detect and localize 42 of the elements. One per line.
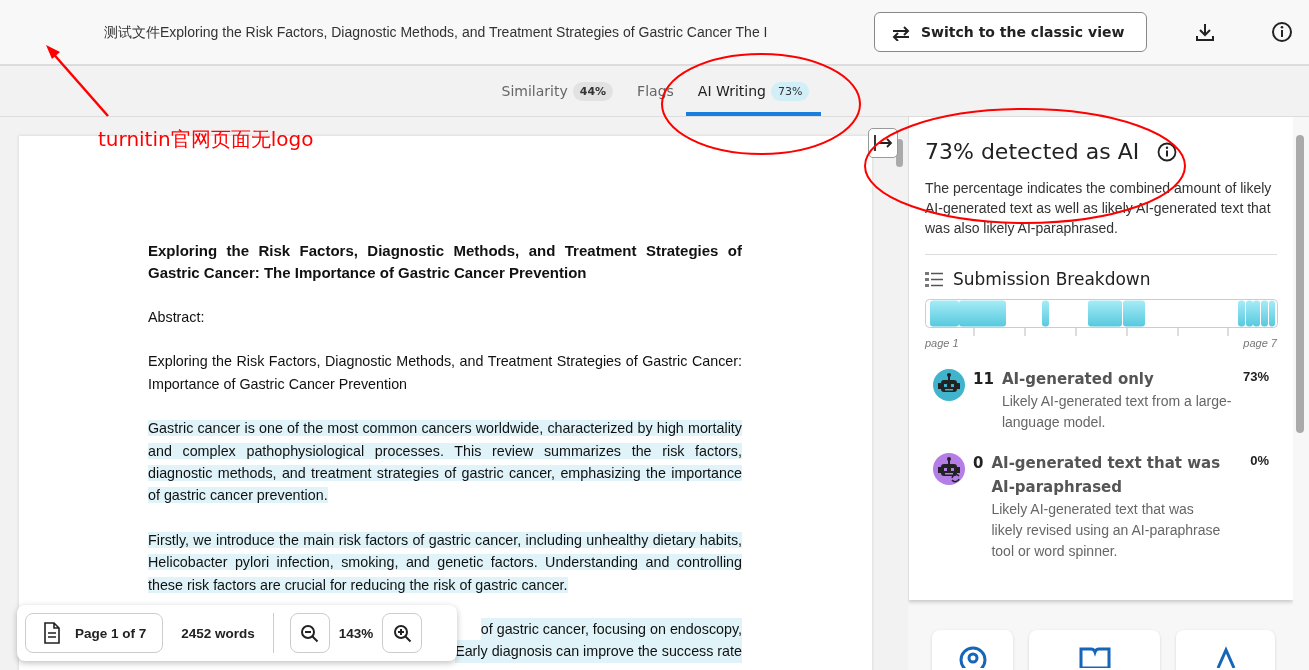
zoom-in-icon: [392, 623, 412, 643]
zoom-level: 143%: [338, 625, 374, 641]
category-description: Likely AI-generated text from a large-language model.: [1001, 392, 1233, 432]
breakdown-heading: Submission Breakdown: [953, 269, 1151, 289]
end-page-label: page 7: [1243, 337, 1277, 349]
robot-icon: [933, 369, 965, 401]
swap-arrows-icon: [891, 23, 911, 41]
category-title: AI-generated only: [1001, 369, 1155, 390]
info-icon[interactable]: [1157, 141, 1178, 162]
segment-count: 11: [973, 369, 994, 390]
segment-count: 0: [973, 453, 984, 474]
word-count: 2452 words: [181, 625, 255, 641]
percentage-badge: 73%: [770, 81, 810, 101]
robot-icon: [933, 453, 965, 485]
zoom-out-icon: [300, 623, 320, 643]
zoom-in-button[interactable]: [382, 613, 423, 653]
scrollbar-thumb[interactable]: [1296, 135, 1304, 433]
percentage-badge: 44%: [572, 81, 614, 101]
annotation-note: turnitin官网页面无logo: [98, 126, 314, 153]
document-icon: [43, 622, 61, 644]
highlighted-paragraph: Firstly, we introduce the main risk factors of gastric cancer, including unhealthy dietary habits, Helicobacter pylori infection, smoking, and genetic factors. Understanding and controlling these risk factors are crucial for reducing the risk of gastric cancer.: [148, 530, 742, 595]
tab[interactable]: Similarity 44%: [489, 70, 626, 116]
list-icon: [925, 270, 943, 288]
paragraph: Exploring the Risk Factors, Diagnostic Methods, and Treatment Strategies of Gastric Cancer: Importance of Gastric Cancer Prevention: [148, 352, 742, 394]
page-button[interactable]: Page 1 of 7: [25, 613, 164, 653]
switch-view-button[interactable]: Switch to the classic view: [874, 12, 1148, 52]
bar-arrow-icon: [873, 134, 893, 152]
highlighted-paragraph: Gastric cancer is one of the most common cancers worldwide, characterized by high mortality and complex pathophysiological processes. This review summarizes the risk factors, diagnostic methods, and treatment strategies of gastric cancer, emphasizing the importance of gastric cancer prevention.: [148, 419, 742, 506]
start-page-label: page 1: [925, 337, 959, 349]
category-percentage: 0%: [1250, 453, 1269, 470]
category-description: Likely AI-generated text that was likely revised using an AI-paraphrase tool or word spinner.: [991, 500, 1222, 561]
download-icon[interactable]: [1195, 22, 1216, 42]
book-icon: [1078, 646, 1111, 668]
paper-title: Exploring the Risk Factors, Diagnostic Methods, and Treatment Strategies of Gastric Cancer: The Importance of Gastric Cancer Prevention: [148, 241, 742, 283]
ai-score-heading: 73% detected as AI: [925, 139, 1140, 164]
info-icon[interactable]: [1271, 21, 1294, 43]
document-title: 测试文件Exploring the Risk Factors, Diagnostic Methods, and Treatment Strategies of Gastric Cancer The I: [104, 23, 769, 41]
paragraph: Abstract:: [148, 308, 206, 327]
zoom-out-button[interactable]: [289, 613, 330, 653]
category-percentage: 73%: [1242, 369, 1269, 386]
category-title: AI-generated text that was AI-paraphrased: [991, 453, 1222, 498]
collapse-panel-button[interactable]: [868, 128, 898, 158]
